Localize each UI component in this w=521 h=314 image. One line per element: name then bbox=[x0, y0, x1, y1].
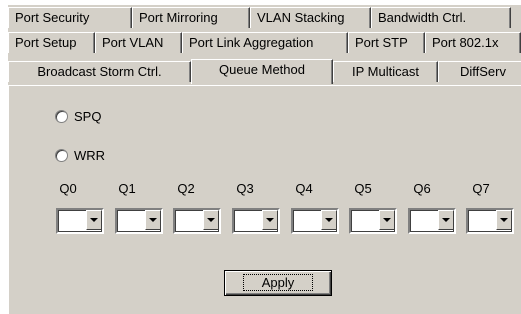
q4-label: Q4 bbox=[295, 181, 313, 196]
q2-select[interactable] bbox=[173, 208, 221, 234]
q0-select[interactable] bbox=[56, 208, 104, 234]
q2-label: Q2 bbox=[177, 181, 195, 196]
spq-label: SPQ bbox=[74, 109, 102, 124]
tab-port-mirroring[interactable]: Port Mirroring bbox=[132, 7, 250, 28]
q1-select[interactable] bbox=[115, 208, 163, 234]
q3-label: Q3 bbox=[236, 181, 254, 196]
tab-broadcast-storm-ctrl[interactable]: Broadcast Storm Ctrl. bbox=[8, 61, 191, 82]
tab-bandwidth-ctrl[interactable]: Bandwidth Ctrl. bbox=[371, 7, 511, 28]
tab-port-setup[interactable]: Port Setup bbox=[8, 32, 95, 53]
q5-label: Q5 bbox=[354, 181, 372, 196]
q5-select[interactable] bbox=[349, 208, 397, 234]
chevron-down-icon[interactable] bbox=[86, 210, 102, 230]
tab-port-8021x[interactable]: Port 802.1x bbox=[425, 32, 521, 53]
tab-port-stp[interactable]: Port STP bbox=[348, 32, 425, 53]
chevron-down-icon[interactable] bbox=[145, 210, 161, 230]
tab-diffserv[interactable]: DiffServ bbox=[438, 61, 521, 82]
tab-port-vlan[interactable]: Port VLAN bbox=[95, 32, 182, 53]
q7-select[interactable] bbox=[466, 208, 514, 234]
tab-port-security[interactable]: Port Security bbox=[8, 7, 132, 28]
chevron-down-icon[interactable] bbox=[321, 210, 337, 230]
tab-queue-method[interactable]: Queue Method bbox=[191, 59, 333, 84]
tab-ip-multicast[interactable]: IP Multicast bbox=[333, 61, 438, 82]
q3-select[interactable] bbox=[232, 208, 280, 234]
apply-label: Apply bbox=[242, 274, 314, 291]
tab-row-2: Port Setup Port VLAN Port Link Aggregati… bbox=[8, 30, 521, 54]
tab-vlan-stacking[interactable]: VLAN Stacking bbox=[250, 7, 371, 28]
q4-select[interactable] bbox=[291, 208, 339, 234]
tab-port-link-aggregation[interactable]: Port Link Aggregation bbox=[182, 32, 348, 53]
spq-radio[interactable] bbox=[55, 110, 68, 123]
wrr-radio[interactable] bbox=[55, 149, 68, 162]
apply-button[interactable]: Apply bbox=[224, 270, 332, 296]
chevron-down-icon[interactable] bbox=[438, 210, 454, 230]
q6-label: Q6 bbox=[413, 181, 431, 196]
chevron-down-icon[interactable] bbox=[379, 210, 395, 230]
wrr-option[interactable]: WRR bbox=[55, 148, 105, 163]
tab-row-3: Broadcast Storm Ctrl. Queue Method IP Mu… bbox=[8, 59, 521, 84]
chevron-down-icon[interactable] bbox=[496, 210, 512, 230]
chevron-down-icon[interactable] bbox=[203, 210, 219, 230]
chevron-down-icon[interactable] bbox=[262, 210, 278, 230]
q1-label: Q1 bbox=[118, 181, 136, 196]
spq-option[interactable]: SPQ bbox=[55, 109, 101, 124]
q6-select[interactable] bbox=[408, 208, 456, 234]
q7-label: Q7 bbox=[472, 181, 490, 196]
tabbed-dialog: Port Security Port Mirroring VLAN Stacki… bbox=[8, 5, 521, 314]
tab-row-1: Port Security Port Mirroring VLAN Stacki… bbox=[8, 5, 511, 29]
wrr-label: WRR bbox=[74, 148, 106, 163]
q0-label: Q0 bbox=[59, 181, 77, 196]
